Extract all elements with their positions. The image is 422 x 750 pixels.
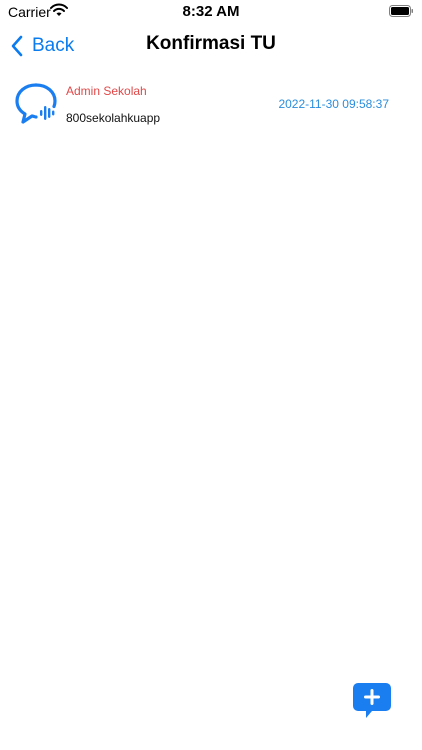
- message-list: Admin Sekolah 800sekolahkuapp 2022-11-30…: [0, 74, 422, 136]
- message-timestamp: 2022-11-30 09:58:37: [278, 97, 389, 111]
- add-message-button[interactable]: [352, 682, 392, 720]
- page-title: Konfirmasi TU: [146, 33, 276, 54]
- screen: Carrier 8:32 AM Back Konfirmasi TU Admin…: [0, 0, 422, 750]
- message-text: 800sekolahkuapp: [66, 111, 161, 125]
- nav-bar: Back Konfirmasi TU: [0, 24, 422, 68]
- battery-icon: [389, 5, 413, 17]
- message-sender: Admin Sekolah: [66, 84, 147, 98]
- status-bar: Carrier 8:32 AM: [0, 0, 422, 24]
- list-item[interactable]: Admin Sekolah 800sekolahkuapp 2022-11-30…: [0, 74, 422, 136]
- status-time: 8:32 AM: [182, 3, 240, 20]
- voice-chat-bubble-icon: [15, 83, 57, 124]
